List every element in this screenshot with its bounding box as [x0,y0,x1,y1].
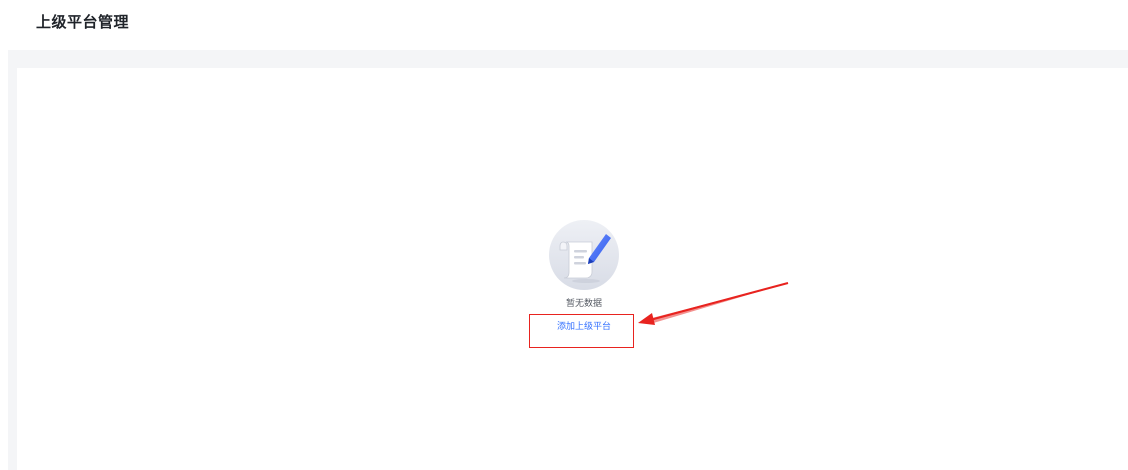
page: 上级平台管理 暂无数据 添加上级平台 [0,0,1128,470]
empty-state-message: 暂无数据 [565,299,602,309]
add-superior-platform-link[interactable]: 添加上级平台 [533,319,635,332]
page-title: 上级平台管理 [36,13,130,31]
document-edit-illustration-icon [549,220,619,290]
